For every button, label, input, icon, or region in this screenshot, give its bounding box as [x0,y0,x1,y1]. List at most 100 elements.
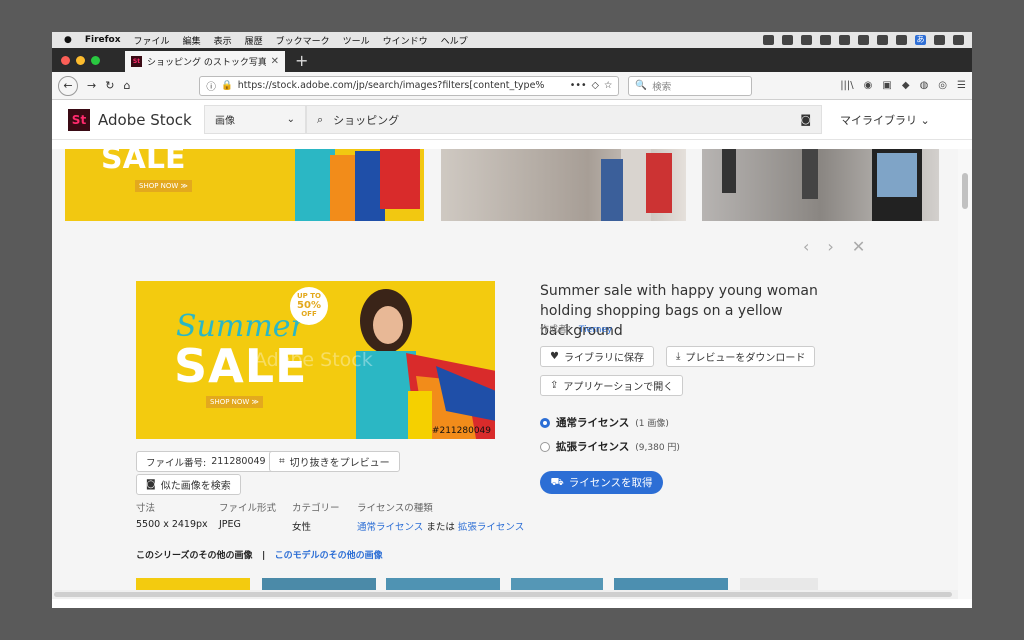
menu-icon[interactable]: ☰ [957,80,966,91]
menu-bookmarks[interactable]: ブックマーク [276,34,330,47]
series-link[interactable]: このシリーズのその他の画像 [136,551,253,561]
badge-off: OFF [301,310,317,318]
separator: | [261,551,266,561]
extension-icon[interactable]: ◉ [864,80,873,91]
pocket-icon[interactable]: ◇ [592,80,599,91]
save-to-library-button[interactable]: ♥ ライブラリに保存 [540,346,654,367]
cloud-sync-icon[interactable] [763,35,774,45]
bookmark-star-icon[interactable]: ☆ [604,80,613,91]
result-thumbnail[interactable]: SALE SHOP NOW ≫ [65,149,424,221]
horizontal-scrollbar[interactable] [52,590,958,599]
meta-format-heading: ファイル形式 [219,503,277,514]
standard-license-link[interactable]: 通常ライセンス [357,522,423,533]
creative-cloud-icon[interactable] [801,35,812,45]
my-library-menu[interactable]: マイライブラリ ⌄ [840,112,930,128]
menu-app-firefox[interactable]: Firefox [85,35,121,45]
home-button[interactable]: ⌂ [123,79,130,92]
forward-button[interactable]: → [87,79,96,92]
lock-icon[interactable]: 🔒 [221,80,233,91]
prev-arrow-icon[interactable]: ‹ [803,237,809,256]
browser-window: ● Firefox ファイル 編集 表示 履歴 ブックマーク ツール ウインドウ… [52,32,972,608]
notification-list-icon[interactable] [953,35,964,45]
preview-image[interactable]: Summer SALE UP TO 50% OFF SHOP NOW ≫ Ado… [136,281,495,439]
result-thumbnail[interactable] [702,149,939,221]
menu-view[interactable]: 表示 [214,34,232,47]
standard-license-note: (1 画像) [635,419,669,429]
search-query[interactable]: ショッピング [333,112,790,128]
shopping-bags-graphic [295,149,420,221]
search-icon: 🔍 [635,80,648,91]
download-preview-button[interactable]: ⤓ プレビューをダウンロード [666,346,816,367]
close-window-button[interactable] [61,56,70,65]
file-number-label: ファイル番号: [146,457,207,469]
menu-history[interactable]: 履歴 [245,34,263,47]
network-icon[interactable] [820,35,831,45]
extended-license-link[interactable]: 拡張ライセンス [458,522,524,533]
close-icon[interactable]: ✕ [852,237,865,256]
model-link[interactable]: このモデルのその他の画像 [275,551,383,561]
meta-license: ライセンスの種類 通常ライセンス または 拡張ライセンス [357,500,524,533]
author-label: 作成者： [540,325,577,335]
scroll-thumb[interactable] [962,173,968,209]
meta-format: ファイル形式 JPEG [219,500,276,530]
find-similar-button[interactable]: ◙ 似た画像を検索 [136,474,241,495]
camera-icon[interactable]: ◙ [800,113,811,126]
watermark: Adobe Stock [254,349,373,371]
menu-help[interactable]: ヘルプ [441,34,468,47]
sidebar-icon[interactable]: ▣ [882,80,891,91]
get-license-button[interactable]: ⛟ ライセンスを取得 [540,471,663,494]
next-arrow-icon[interactable]: › [827,237,833,256]
library-icon[interactable]: |||\ [840,80,853,91]
category-link[interactable]: 女性 [292,519,340,533]
tab-shopping[interactable]: St ショッピング のストック写真、ロ ✕ [125,51,285,72]
author-line: 作成者： Tierney [540,322,612,335]
crop-icon: ⌗ [279,456,285,467]
share-icon: ⇪ [550,380,559,391]
minimize-window-button[interactable] [76,56,85,65]
stock-search-input[interactable]: ⌕ ショッピング ◙ [306,105,822,134]
radio-selected-icon[interactable] [540,417,550,428]
extension-3-icon[interactable]: ◍ [920,80,929,91]
result-thumbnail[interactable] [441,149,686,221]
brand-name[interactable]: Adobe Stock [98,111,204,129]
url-text[interactable]: https://stock.adobe.com/jp/search/images… [238,80,565,91]
search-box[interactable]: 🔍 検索 [628,75,753,96]
account-icon[interactable]: ◎ [938,80,947,91]
app-icon[interactable] [858,35,869,45]
menu-edit[interactable]: 編集 [183,34,201,47]
menu-tools[interactable]: ツール [343,34,370,47]
standard-license-label: 通常ライセンス [556,417,630,429]
open-in-app-label: アプリケーションで開く [563,382,674,393]
dropbox-icon[interactable] [782,35,793,45]
open-in-app-button[interactable]: ⇪ アプリケーションで開く [540,375,684,396]
upload-icon[interactable] [839,35,850,45]
vertical-scrollbar[interactable] [958,149,972,599]
scroll-thumb[interactable] [54,592,952,597]
license-or-text: または [426,522,455,533]
menu-window[interactable]: ウインドウ [383,34,428,47]
zoom-window-button[interactable] [91,56,100,65]
save-to-library-label: ライブラリに保存 [563,353,644,364]
asset-type-select[interactable]: 画像 ⌄ [204,105,306,134]
new-tab-button[interactable]: + [295,51,308,70]
author-link[interactable]: Tierney [579,325,612,335]
extension-2-icon[interactable]: ◆ [902,80,910,91]
close-tab-icon[interactable]: ✕ [271,56,279,67]
input-method-icon[interactable]: あ [915,35,926,45]
radio-icon[interactable] [540,441,550,452]
extended-license-option[interactable]: 拡張ライセンス (9,380 円) [540,439,680,454]
back-button[interactable]: ← [58,75,78,96]
reload-button[interactable]: ↻ [105,79,114,92]
volume-icon[interactable] [896,35,907,45]
info-icon[interactable]: ⓘ [206,79,216,93]
wifi-icon[interactable] [877,35,888,45]
crop-preview-button[interactable]: ⌗ 切り抜きをプレビュー [269,451,400,472]
heart-icon: ♥ [550,351,559,362]
apple-icon[interactable]: ● [64,35,72,45]
menu-file[interactable]: ファイル [134,34,170,47]
standard-license-option[interactable]: 通常ライセンス (1 画像) [540,415,669,430]
address-bar[interactable]: ⓘ 🔒 https://stock.adobe.com/jp/search/im… [199,75,620,96]
spotlight-icon[interactable] [934,35,945,45]
adobe-stock-logo[interactable]: St [68,108,90,131]
page-actions-icon[interactable]: ••• [570,80,587,91]
